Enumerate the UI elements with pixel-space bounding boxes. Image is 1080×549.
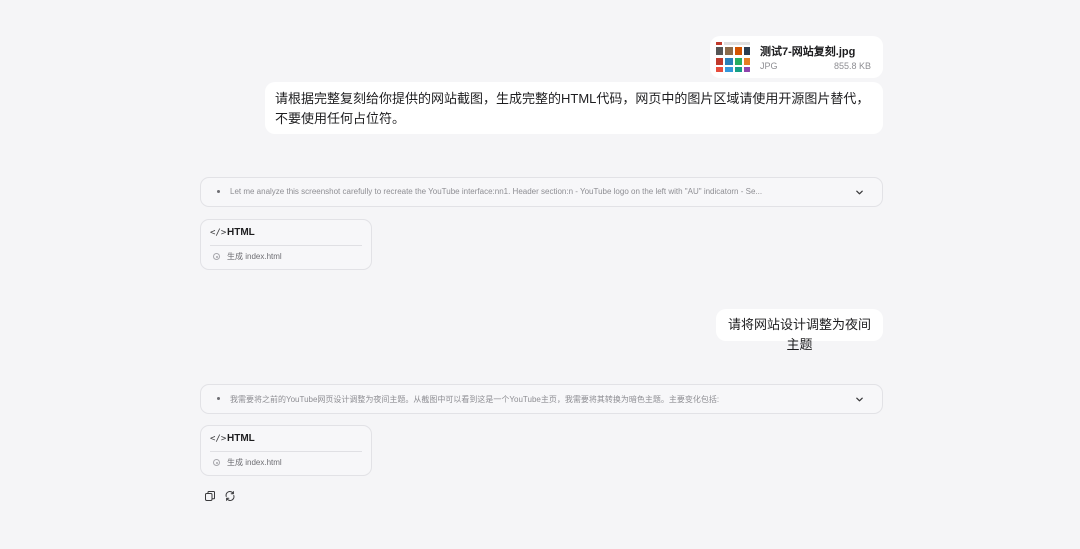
chevron-down-icon[interactable] — [855, 395, 864, 404]
attachment-card[interactable]: 测试7-网站复刻.jpg JPG 855.8 KB — [710, 36, 883, 78]
copy-icon[interactable] — [204, 490, 216, 502]
user-message: 请根据完整复刻给你提供的网站截图，生成完整的HTML代码，网页中的图片区域请使用… — [265, 82, 883, 134]
refresh-icon[interactable] — [224, 490, 236, 502]
thinking-text: 我需要将之前的YouTube网页设计调整为夜间主题。从截图中可以看到这是一个Yo… — [230, 395, 720, 404]
image-thumbnail-icon — [715, 41, 751, 73]
artifact-title: HTML — [227, 227, 255, 238]
bullet-dot — [217, 190, 220, 193]
status-radio-icon — [213, 459, 220, 466]
user-message: 请将网站设计调整为夜间主题 — [716, 309, 883, 352]
artifact-status: 生成 index.html — [227, 252, 282, 261]
user-message-text: 请根据完整复刻给你提供的网站截图，生成完整的HTML代码，网页中的图片区域请使用… — [275, 91, 870, 126]
divider — [210, 245, 362, 246]
artifact-status: 生成 index.html — [227, 458, 282, 467]
file-size: 855.8 KB — [833, 61, 871, 71]
bullet-dot — [217, 397, 220, 400]
artifact-title: HTML — [227, 433, 255, 444]
status-radio-icon — [213, 253, 220, 260]
thinking-panel[interactable]: 我需要将之前的YouTube网页设计调整为夜间主题。从截图中可以看到这是一个Yo… — [200, 384, 883, 414]
artifact-card[interactable]: </> HTML 生成 index.html — [200, 425, 372, 476]
chevron-down-icon[interactable] — [855, 188, 864, 197]
thinking-panel[interactable]: Let me analyze this screenshot carefully… — [200, 177, 883, 207]
user-message-text: 请将网站设计调整为夜间主题 — [727, 317, 871, 352]
code-icon: </> — [210, 228, 227, 238]
file-name: 测试7-网站复刻.jpg — [760, 46, 856, 58]
code-icon: </> — [210, 434, 227, 444]
divider — [210, 451, 362, 452]
artifact-card[interactable]: </> HTML 生成 index.html — [200, 219, 372, 270]
thinking-text: Let me analyze this screenshot carefully… — [230, 187, 763, 196]
file-type: JPG — [760, 61, 778, 71]
